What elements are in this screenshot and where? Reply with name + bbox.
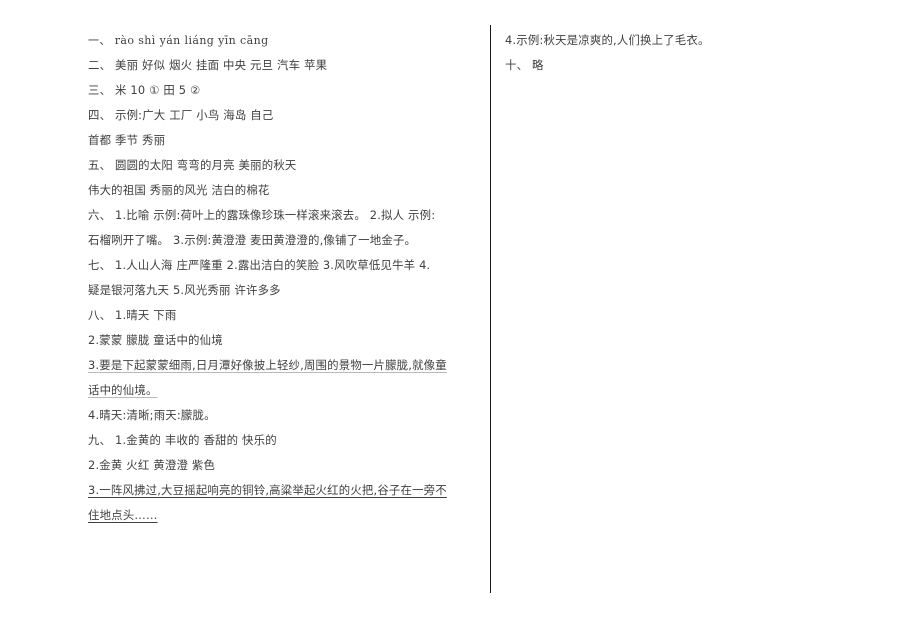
answer-line-18: 2.金黄 火红 黄澄澄 紫色 [88,458,216,472]
answer-key-page: 一、 ràο shì yán liáng yīn cāng 二、 美丽 好似 烟… [0,0,920,637]
answer-line-r1: 4.示例:秋天是凉爽的,人们换上了毛衣。 [505,33,710,47]
answer-line-4: 四、 示例:广大 工厂 小鸟 海岛 自己 [88,108,274,122]
answer-line-1: 一、 ràο shì yán liáng yīn cāng [88,34,269,47]
answer-line-6: 五、 圆圆的太阳 弯弯的月亮 美丽的秋天 [88,158,297,172]
answer-line-11: 疑是银河落九天 5.风光秀丽 许许多多 [88,283,281,297]
left-answer-column: 一、 ràο shì yán liáng yīn cāng 二、 美丽 好似 烟… [88,28,484,528]
answer-line-12: 八、 1.晴天 下雨 [88,308,177,322]
answer-line-2: 二、 美丽 好似 烟火 挂面 中央 元旦 汽车 苹果 [88,58,328,72]
right-answer-column: 4.示例:秋天是凉爽的,人们换上了毛衣。 十、 略 [505,28,895,78]
answer-line-19: 3.一阵风拂过,大豆摇起响亮的铜铃,高粱举起火红的火把,谷子在一旁不 [88,483,447,497]
answer-line-14: 3.要是下起蒙蒙细雨,日月潭好像披上轻纱,周围的景物一片朦胧,就像童 [88,358,447,372]
answer-line-10: 七、 1.人山人海 庄严隆重 2.露出洁白的笑脸 3.风吹草低见牛羊 4. [88,258,431,272]
answer-line-16: 4.晴天:清晰;雨天:朦胧。 [88,408,216,422]
answer-line-r2: 十、 略 [505,58,544,72]
answer-line-7: 伟大的祖国 秀丽的风光 洁白的棉花 [88,183,270,197]
column-divider-line [490,25,491,593]
answer-line-8: 六、 1.比喻 示例:荷叶上的露珠像珍珠一样滚来滚去。 2.拟人 示例: [88,208,436,222]
answer-line-13: 2.蒙蒙 朦胧 童话中的仙境 [88,333,223,347]
answer-line-9: 石榴咧开了嘴。 3.示例:黄澄澄 麦田黄澄澄的,像铺了一地金子。 [88,233,417,247]
answer-line-5: 首都 季节 秀丽 [88,133,166,147]
answer-line-17: 九、 1.金黄的 丰收的 香甜的 快乐的 [88,433,277,447]
answer-line-20: 住地点头…… [88,508,158,522]
answer-line-15: 话中的仙境。 [88,383,158,397]
answer-line-3: 三、 米 10 ① 田 5 ② [88,83,201,97]
